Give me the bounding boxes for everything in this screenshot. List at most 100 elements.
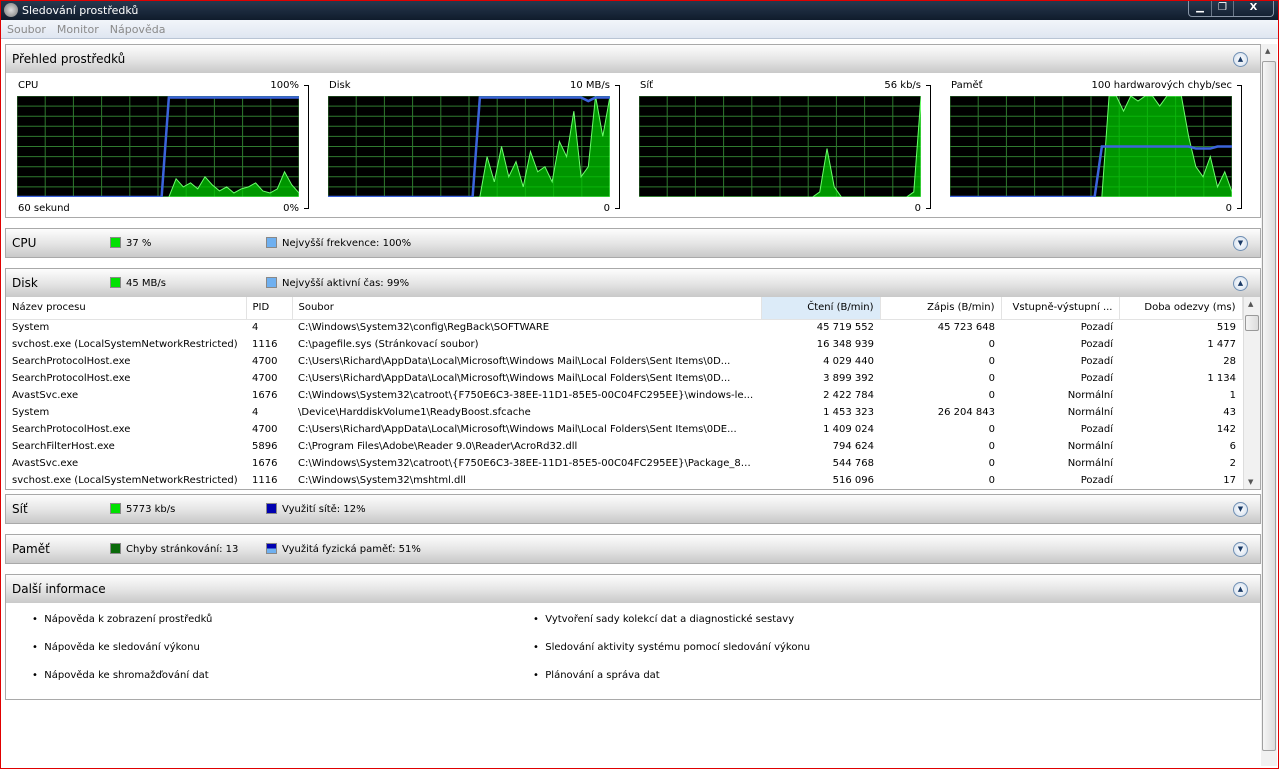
- table-row[interactable]: SearchProtocolHost.exe 4700 C:\Users\Richa…: [6, 370, 1242, 387]
- graph-plot: [17, 96, 299, 197]
- graph-min: 0: [603, 203, 610, 214]
- table-cell: 0: [988, 441, 995, 452]
- graph-min: 0%: [283, 203, 299, 214]
- table-cell: svchost.exe (LocalSystemNetworkRestricte…: [12, 339, 238, 350]
- table-cell: 2: [1229, 458, 1236, 469]
- column-header[interactable]: Název procesu: [6, 297, 247, 320]
- table-row[interactable]: SearchProtocolHost.exe 4700 C:\Users\Richa…: [6, 353, 1242, 370]
- memory-physical: Využitá fyzická paměť: 51%: [282, 544, 421, 555]
- help-link[interactable]: • Nápověda ke sledování výkonu: [32, 642, 200, 653]
- overview-header[interactable]: Přehled prostředků ▲: [6, 45, 1260, 73]
- table-cell: AvastSvc.exe: [12, 390, 79, 401]
- table-row[interactable]: AvastSvc.exe 1676 C:\Windows\System32\catr…: [6, 387, 1242, 404]
- app-icon: [4, 3, 18, 17]
- table-cell: SearchProtocolHost.exe: [12, 373, 131, 384]
- menu-napoveda[interactable]: Nápověda: [104, 20, 171, 36]
- memory-faults: Chyby stránkování: 13: [126, 544, 239, 555]
- table-cell: SearchProtocolHost.exe: [12, 424, 131, 435]
- table-cell: 0: [988, 390, 995, 401]
- table-cell: 1676: [252, 390, 278, 401]
- table-row[interactable]: AvastSvc.exe 1676 C:\Windows\System32\catr…: [6, 455, 1242, 472]
- graph-label: Paměť: [951, 80, 983, 91]
- column-header[interactable]: Čtení (B/min): [761, 297, 881, 320]
- help-link[interactable]: • Plánování a správa dat: [533, 670, 660, 681]
- help-link[interactable]: • Sledování aktivity systému pomocí sled…: [533, 642, 810, 653]
- menu-bar: Soubor Monitor Nápověda: [1, 20, 1278, 39]
- expand-icon[interactable]: ▼: [1233, 502, 1248, 517]
- column-header[interactable]: PID: [246, 297, 293, 320]
- table-cell: 17: [1223, 475, 1236, 486]
- column-header[interactable]: Soubor: [292, 297, 762, 320]
- table-cell: 0: [988, 373, 995, 384]
- expand-icon[interactable]: ▼: [1233, 236, 1248, 251]
- menu-monitor[interactable]: Monitor: [51, 20, 104, 36]
- column-header[interactable]: Vstupně-výstupní ...: [1001, 297, 1120, 320]
- table-cell: Normální: [1067, 390, 1113, 401]
- table-row[interactable]: SearchFilterHost.exe 5896 C:\Program Files…: [6, 438, 1242, 455]
- table-cell: 544 768: [832, 458, 874, 469]
- window-title: Sledování prostředků: [22, 4, 139, 17]
- table-cell: 0: [988, 356, 995, 367]
- network-header[interactable]: Síť 5773 kb/s Využití sítě: 12% ▼: [6, 495, 1260, 523]
- help-link[interactable]: • Vytvoření sady kolekcí dat a diagnosti…: [533, 614, 794, 625]
- table-cell: 1: [1229, 390, 1236, 401]
- network-utilization: Využití sítě: 12%: [282, 504, 366, 515]
- table-cell: 6: [1229, 441, 1236, 452]
- scroll-down-icon[interactable]: ▼: [1248, 478, 1253, 486]
- column-header[interactable]: Zápis (B/min): [880, 297, 1002, 320]
- table-cell: 0: [988, 424, 995, 435]
- minimize-button[interactable]: ▁: [1189, 1, 1211, 16]
- table-row[interactable]: System 4 \Device\HarddiskVolume1\ReadyBoos…: [6, 404, 1242, 421]
- disk-header[interactable]: Disk 45 MB/s Nejvyšší aktivní čas: 99% ▲: [6, 269, 1260, 297]
- disk-active-time: Nejvyšší aktivní čas: 99%: [282, 278, 410, 289]
- table-cell: 1 477: [1207, 339, 1236, 350]
- table-cell: 4700: [252, 356, 278, 367]
- table-row[interactable]: svchost.exe (LocalSystemNetworkRestricte…: [6, 336, 1242, 353]
- help-link[interactable]: • Nápověda k zobrazení prostředků: [32, 614, 212, 625]
- table-row[interactable]: System 4 C:\Windows\System32\config\RegBac…: [6, 319, 1242, 336]
- memory-header[interactable]: Paměť Chyby stránkování: 13 Využitá fyzi…: [6, 535, 1260, 563]
- column-header[interactable]: Doba odezvy (ms): [1119, 297, 1243, 320]
- table-cell: 0: [988, 339, 995, 350]
- table-cell: Normální: [1067, 441, 1113, 452]
- cpu-section: CPU 37 % Nejvyšší frekvence: 100% ▼: [5, 228, 1261, 258]
- collapse-icon[interactable]: ▲: [1233, 582, 1248, 597]
- table-cell: 16 348 939: [816, 339, 874, 350]
- table-cell: 4700: [252, 424, 278, 435]
- maximize-button[interactable]: ❐: [1211, 1, 1233, 16]
- expand-icon[interactable]: ▼: [1233, 542, 1248, 557]
- title-bar: Sledování prostředků ▁ ❐ X: [1, 1, 1278, 20]
- graph-time-span: 60 sekund: [18, 203, 70, 214]
- scroll-thumb[interactable]: [1262, 61, 1276, 751]
- graph-plot: [950, 96, 1232, 197]
- table-cell: 516 096: [832, 475, 874, 486]
- table-cell: 26 204 843: [937, 407, 995, 418]
- collapse-icon[interactable]: ▲: [1233, 52, 1248, 67]
- scroll-thumb[interactable]: [1245, 315, 1259, 331]
- table-row[interactable]: svchost.exe (LocalSystemNetworkRestricte…: [6, 472, 1242, 489]
- table-cell: C:\Program Files\Adobe\Reader 9.0\Reader…: [298, 441, 578, 452]
- section-title: Síť: [12, 502, 28, 516]
- table-row[interactable]: SearchProtocolHost.exe 4700 C:\Users\Richa…: [6, 421, 1242, 438]
- graph-scale: 56 kb/s: [884, 80, 921, 91]
- table-cell: Pozadí: [1080, 356, 1113, 367]
- disk-section: Disk 45 MB/s Nejvyšší aktivní čas: 99% ▲…: [5, 268, 1261, 490]
- scroll-up-icon[interactable]: ▲: [1265, 47, 1270, 55]
- table-scrollbar[interactable]: ▲ ▼: [1243, 297, 1260, 489]
- section-title: Další informace: [12, 582, 106, 596]
- cpu-usage: 37 %: [126, 238, 152, 249]
- help-link[interactable]: • Nápověda ke shromažďování dat: [32, 670, 209, 681]
- graph-1: Disk 10 MB/s 0: [328, 73, 620, 217]
- table-cell: Pozadí: [1080, 475, 1113, 486]
- graph-scale: 100%: [270, 80, 299, 91]
- table-cell: C:\pagefile.sys (Stránkovací soubor): [298, 339, 479, 350]
- scroll-up-icon[interactable]: ▲: [1248, 300, 1253, 308]
- more-info-header[interactable]: Další informace ▲: [6, 575, 1260, 603]
- close-button[interactable]: X: [1233, 1, 1273, 16]
- table-cell: 4: [252, 322, 259, 334]
- table-cell: Pozadí: [1080, 339, 1113, 350]
- collapse-icon[interactable]: ▲: [1233, 276, 1248, 291]
- cpu-header[interactable]: CPU 37 % Nejvyšší frekvence: 100% ▼: [6, 229, 1260, 257]
- page-scrollbar[interactable]: ▲: [1261, 44, 1277, 766]
- menu-soubor[interactable]: Soubor: [1, 20, 51, 36]
